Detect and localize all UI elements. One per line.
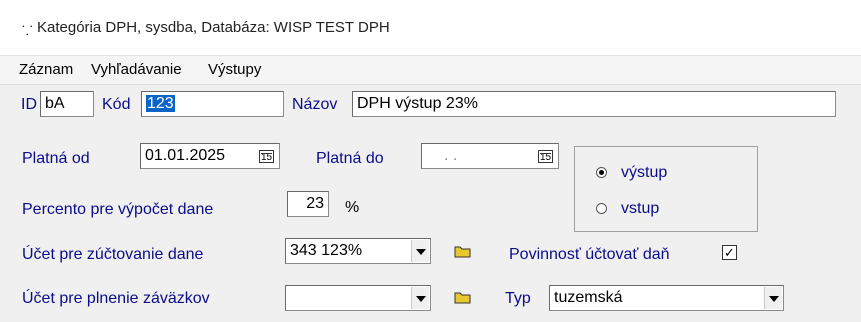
radio-vystup[interactable] [596, 167, 607, 178]
typ-combo[interactable]: tuzemská [549, 285, 784, 311]
platna-od-field[interactable]: 01.01.2025 15 [140, 143, 280, 169]
radio-vystup-label[interactable]: výstup [621, 164, 667, 182]
id-label: ID [21, 96, 37, 113]
ucet-zavazok-combo[interactable] [285, 285, 431, 311]
platna-od-label: Platná od [22, 150, 90, 167]
ucet-dane-combo[interactable]: 343 123% [285, 238, 431, 264]
platna-do-label: Platná do [316, 150, 384, 167]
window-title: Kategória DPH, sysdba, Databáza: WISP TE… [37, 19, 390, 36]
chevron-down-icon[interactable] [764, 287, 782, 309]
kod-field[interactable]: 123 [141, 91, 284, 117]
typ-value: tuzemská [554, 289, 623, 306]
platna-do-value: . . [444, 147, 458, 164]
povinnost-label: Povinnosť účtovať daň [509, 246, 670, 263]
percent-sign: % [345, 199, 360, 216]
folder-icon[interactable] [454, 245, 472, 258]
ucet-dane-label: Účet pre zúčtovanie dane [22, 246, 204, 263]
radio-vstup[interactable] [596, 203, 607, 214]
id-field[interactable]: bA [40, 91, 94, 117]
menu-item-vystupy[interactable]: Výstupy [208, 61, 261, 78]
platna-do-field[interactable]: . . 15 [421, 143, 559, 169]
platna-od-value: 01.01.2025 [145, 147, 226, 164]
nazov-field[interactable]: DPH výstup 23% [352, 91, 836, 117]
calendar-icon[interactable]: 15 [538, 150, 553, 163]
percento-field[interactable]: 23 [287, 191, 329, 217]
menu-item-zaznam[interactable]: Záznam [19, 61, 73, 78]
title-bar: ⸪ Kategória DPH, sysdba, Databáza: WISP … [0, 0, 861, 56]
direction-groupbox [574, 146, 758, 232]
ucet-zavazok-label: Účet pre plnenie záväzkov [22, 290, 210, 307]
menu-bar: Záznam Vyhľadávanie Výstupy [0, 56, 861, 85]
percento-label: Percento pre výpočet dane [22, 201, 214, 218]
radio-vstup-label[interactable]: vstup [621, 200, 659, 218]
calendar-icon[interactable]: 15 [259, 150, 274, 163]
chevron-down-icon[interactable] [411, 287, 429, 309]
chevron-down-icon[interactable] [411, 240, 429, 262]
kod-value: 123 [146, 95, 175, 112]
nazov-label: Názov [292, 96, 338, 113]
ucet-dane-value: 343 123% [290, 242, 363, 259]
kod-label: Kód [102, 96, 131, 113]
povinnost-checkbox[interactable]: ✓ [722, 245, 737, 260]
menu-item-vyhladavanie[interactable]: Vyhľadávanie [91, 61, 182, 78]
typ-label: Typ [505, 290, 531, 307]
app-icon: ⸪ [22, 23, 33, 38]
folder-icon[interactable] [454, 291, 472, 304]
